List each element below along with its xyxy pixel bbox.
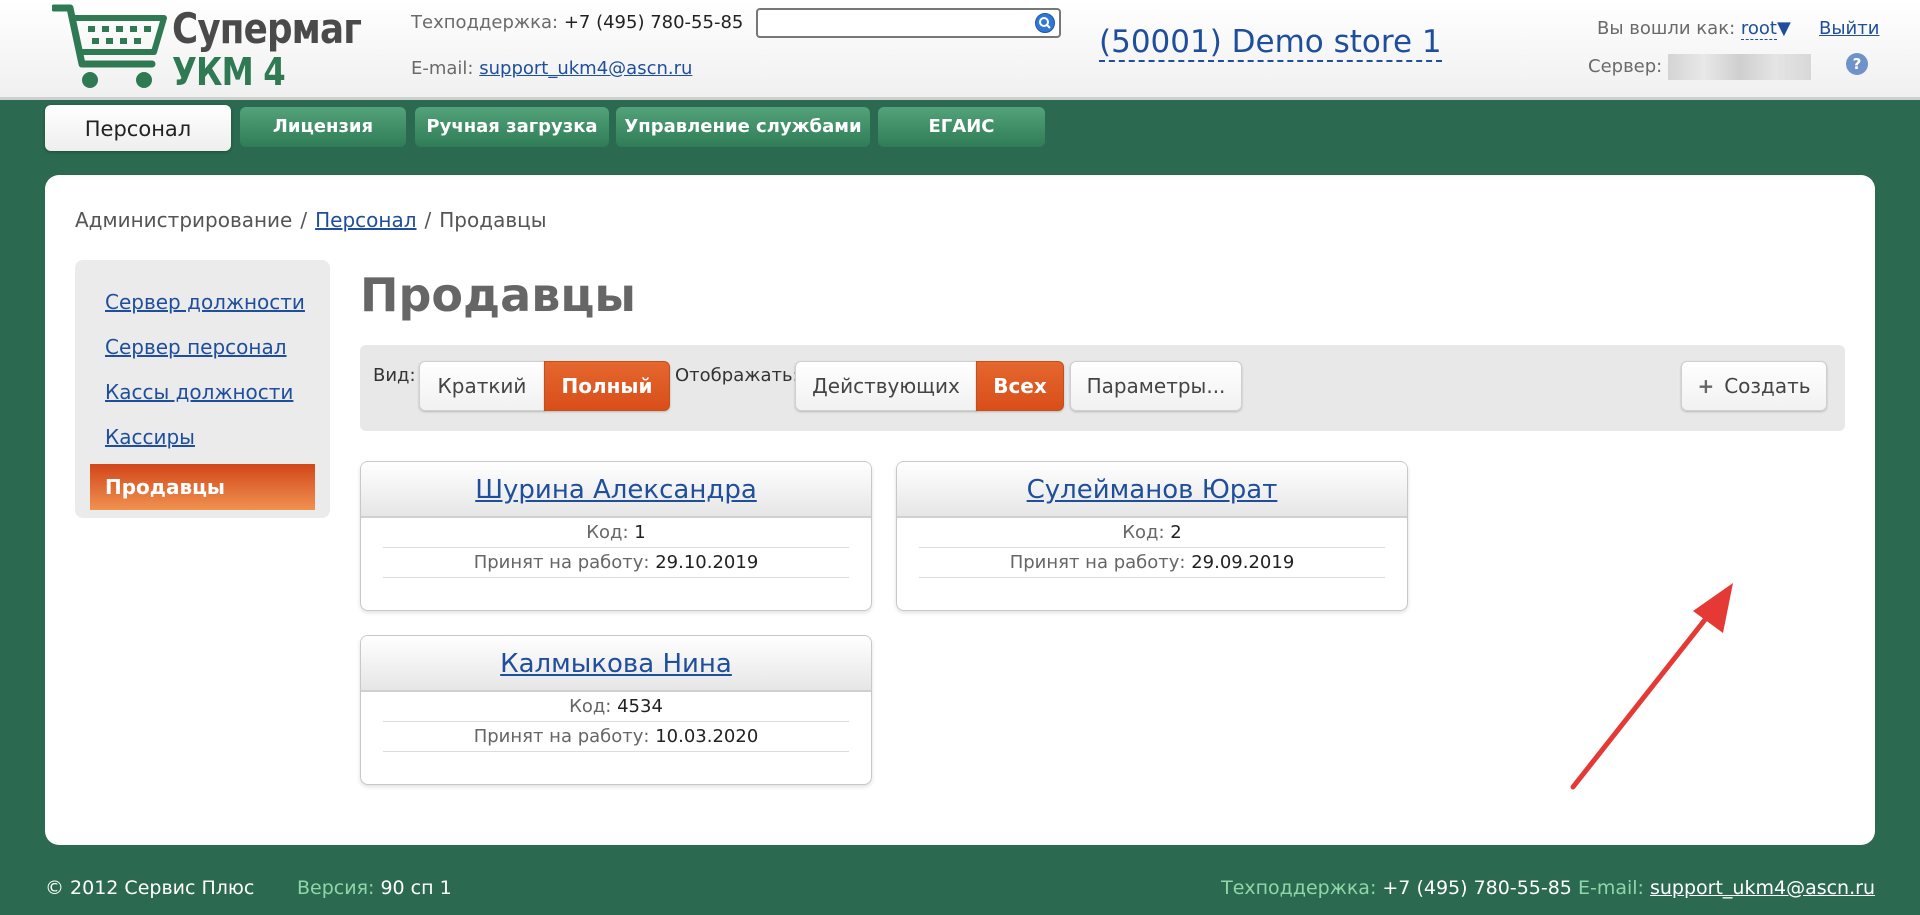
logged-in-label: Вы вошли как: <box>1597 18 1736 39</box>
seller-card: Сулейманов Юрат Код: 2 Принят на работу:… <box>896 461 1408 611</box>
seller-code-row: Код: 4534 <box>383 692 849 722</box>
breadcrumb-link-personnel[interactable]: Персонал <box>315 208 416 232</box>
view-short-button[interactable]: Краткий <box>419 361 545 411</box>
user-menu[interactable]: root <box>1740 18 1777 40</box>
show-all-button[interactable]: Всех <box>976 361 1064 411</box>
tab-personnel[interactable]: Персонал <box>45 105 231 151</box>
hired-value: 29.09.2019 <box>1191 552 1295 573</box>
code-value: 1 <box>634 522 646 543</box>
search-icon <box>1039 17 1051 29</box>
footer-email-label: E-mail: <box>1577 877 1644 899</box>
sidebar-item-server-positions[interactable]: Сервер должности <box>105 280 330 325</box>
view-full-button[interactable]: Полный <box>544 361 670 411</box>
view-label: Вид: <box>373 365 416 386</box>
hired-value: 10.03.2020 <box>655 726 759 747</box>
toolbar: Вид: Краткий Полный Отображать: Действую… <box>360 345 1845 431</box>
tab-manual-load[interactable]: Ручная загрузка <box>415 107 609 147</box>
hired-value: 29.10.2019 <box>655 552 759 573</box>
support-label: Техподдержка: <box>411 12 559 33</box>
server-value-redacted <box>1668 54 1812 80</box>
annotation-arrow-icon <box>1570 583 1733 790</box>
code-value: 4534 <box>617 696 663 717</box>
cart-icon <box>52 4 167 88</box>
footer-copyright: © 2012 Сервис Плюс <box>45 877 255 899</box>
main-panel: Администрирование / Персонал / Продавцы Серв… <box>45 175 1875 845</box>
store-selector[interactable]: (50001) Demo store 1 <box>1099 24 1442 62</box>
seller-code-row: Код: 1 <box>383 518 849 548</box>
sidebar-item-server-personnel[interactable]: Сервер персонал <box>105 325 330 370</box>
seller-name-link[interactable]: Калмыкова Нина <box>500 649 732 679</box>
header-support: Техподдержка: +7 (495) 780-55-85 <box>411 12 743 33</box>
user-name: root <box>1740 18 1777 39</box>
breadcrumb-root: Администрирование <box>75 208 293 232</box>
email-label: E-mail: <box>411 58 474 79</box>
search-box <box>756 8 1061 38</box>
sidebar-item-pos-positions[interactable]: Кассы должности <box>105 370 330 415</box>
seller-name-link[interactable]: Сулейманов Юрат <box>1027 475 1278 505</box>
plus-icon: + <box>1697 374 1715 398</box>
hired-label: Принят на работу: <box>1009 552 1186 573</box>
version-value: 90 сп 1 <box>380 877 452 899</box>
tab-services[interactable]: Управление службами <box>616 107 870 147</box>
parameters-button[interactable]: Параметры... <box>1070 361 1242 411</box>
footer-email-link[interactable]: support_ukm4@ascn.ru <box>1650 877 1875 899</box>
breadcrumb-separator: / <box>424 208 432 232</box>
logout-link[interactable]: Выйти <box>1819 18 1879 39</box>
sidebar: Сервер должности Сервер персонал Кассы д… <box>75 260 330 518</box>
logo-text-product: УКМ 4 <box>172 50 286 94</box>
seller-card: Калмыкова Нина Код: 4534 Принят на работ… <box>360 635 872 785</box>
seller-card-header: Калмыкова Нина <box>361 636 871 692</box>
sidebar-item-sellers[interactable]: Продавцы <box>90 464 315 510</box>
server-label: Сервер: <box>1588 56 1663 77</box>
create-button-label: Создать <box>1724 374 1811 398</box>
footer-support: Техподдержка: +7 (495) 780-55-85 E-mail:… <box>1221 877 1875 899</box>
hired-label: Принят на работу: <box>473 726 650 747</box>
server-info: Сервер: <box>1588 54 1812 80</box>
breadcrumb: Администрирование / Персонал / Продавцы <box>75 208 547 232</box>
seller-code-row: Код: 2 <box>919 518 1385 548</box>
create-button[interactable]: + Создать <box>1681 361 1827 411</box>
seller-card: Шурина Александра Код: 1 Принят на работ… <box>360 461 872 611</box>
breadcrumb-separator: / <box>300 208 308 232</box>
hired-label: Принят на работу: <box>473 552 650 573</box>
seller-hired-row: Принят на работу: 29.10.2019 <box>383 548 849 578</box>
breadcrumb-current: Продавцы <box>439 208 547 232</box>
code-value: 2 <box>1170 522 1182 543</box>
logo[interactable]: Супермаг УКМ 4 <box>52 2 362 94</box>
show-label: Отображать: <box>675 365 799 386</box>
footer-support-phone: +7 (495) 780-55-85 <box>1382 877 1572 899</box>
help-icon[interactable]: ? <box>1846 53 1868 75</box>
chevron-down-icon[interactable]: ▼ <box>1777 18 1791 39</box>
sidebar-item-cashiers[interactable]: Кассиры <box>105 415 330 460</box>
seller-name-link[interactable]: Шурина Александра <box>475 475 757 505</box>
logo-text-brand: Супермаг <box>172 4 362 53</box>
search-input[interactable] <box>764 10 1024 36</box>
tab-license[interactable]: Лицензия <box>240 107 406 147</box>
code-label: Код: <box>569 696 612 717</box>
footer-support-label: Техподдержка: <box>1221 877 1377 899</box>
code-label: Код: <box>1122 522 1165 543</box>
version-label: Версия: <box>297 877 375 899</box>
code-label: Код: <box>586 522 629 543</box>
seller-hired-row: Принят на работу: 29.09.2019 <box>919 548 1385 578</box>
logged-in-info: Вы вошли как: root▼ <box>1597 18 1791 40</box>
seller-hired-row: Принят на работу: 10.03.2020 <box>383 722 849 752</box>
seller-card-header: Сулейманов Юрат <box>897 462 1407 518</box>
search-button[interactable] <box>1035 13 1055 33</box>
email-link[interactable]: support_ukm4@ascn.ru <box>479 58 692 79</box>
header: Супермаг УКМ 4 Техподдержка: +7 (495) 78… <box>0 0 1920 100</box>
support-phone: +7 (495) 780-55-85 <box>563 12 744 33</box>
header-email: E-mail: support_ukm4@ascn.ru <box>411 58 692 79</box>
footer-version: Версия: 90 сп 1 <box>297 877 452 899</box>
show-active-button[interactable]: Действующих <box>795 361 977 411</box>
page-title: Продавцы <box>360 268 637 322</box>
seller-card-header: Шурина Александра <box>361 462 871 518</box>
tab-egais[interactable]: ЕГАИС <box>878 107 1045 147</box>
